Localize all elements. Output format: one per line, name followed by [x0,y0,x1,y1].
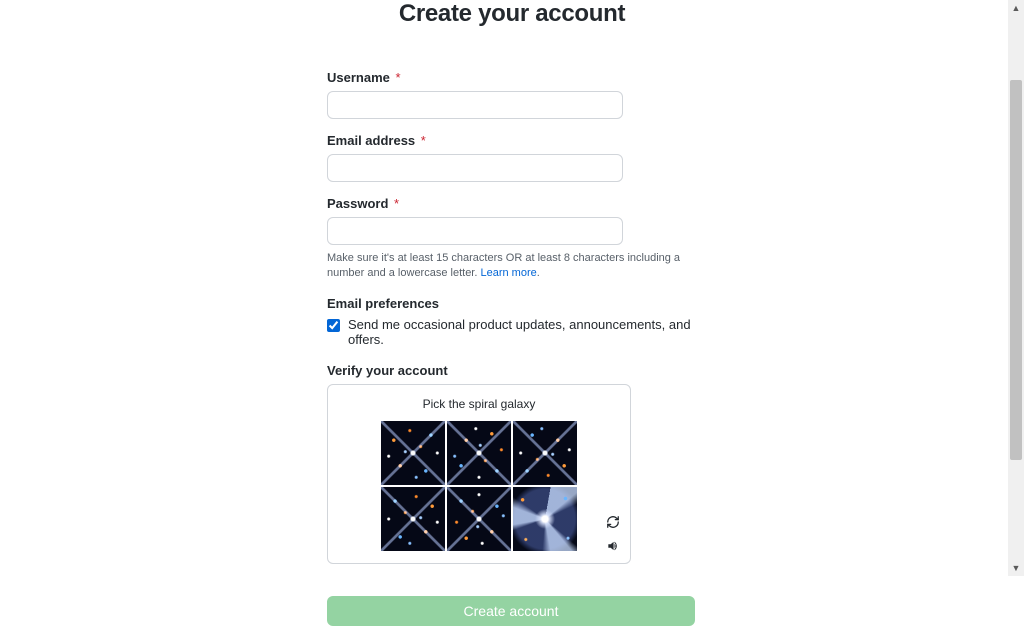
username-group: Username * [327,70,697,119]
username-input[interactable] [327,91,623,119]
captcha-instruction: Pick the spiral galaxy [338,397,620,411]
email-preferences-row[interactable]: Send me occasional product updates, anno… [327,317,697,347]
captcha-tile-5[interactable] [447,487,511,551]
captcha-tile-6[interactable] [513,487,577,551]
password-input[interactable] [327,217,623,245]
required-marker: * [396,70,401,85]
email-preferences-checkbox[interactable] [327,319,340,332]
refresh-icon[interactable] [604,513,622,531]
required-marker: * [421,133,426,148]
required-marker: * [394,196,399,211]
scrollbar-thumb[interactable] [1010,80,1022,460]
email-label: Email address * [327,133,697,148]
email-preferences-group: Email preferences Send me occasional pro… [327,296,697,347]
captcha-tile-4[interactable] [381,487,445,551]
password-group: Password * Make sure it's at least 15 ch… [327,196,697,282]
scroll-up-arrow-icon[interactable]: ▲ [1008,0,1024,16]
scroll-down-arrow-icon[interactable]: ▼ [1008,560,1024,576]
password-hint-link[interactable]: Learn more [480,267,536,279]
password-hint: Make sure it's at least 15 characters OR… [327,251,697,282]
username-label: Username * [327,70,697,85]
captcha-grid [338,421,620,551]
email-preferences-text: Send me occasional product updates, anno… [348,317,697,347]
email-input[interactable] [327,154,623,182]
captcha-tile-3[interactable] [513,421,577,485]
email-label-text: Email address [327,133,415,148]
vertical-scrollbar[interactable]: ▲ ▼ [1008,0,1024,576]
email-group: Email address * [327,133,697,182]
captcha-tile-2[interactable] [447,421,511,485]
verify-label: Verify your account [327,363,697,378]
captcha-tile-1[interactable] [381,421,445,485]
page-title: Create your account [327,0,697,28]
captcha-box: Pick the spiral galaxy [327,384,631,564]
password-label-text: Password [327,196,388,211]
create-account-button[interactable]: Create account [327,596,695,626]
audio-icon[interactable] [604,537,622,555]
password-label: Password * [327,196,697,211]
email-preferences-label: Email preferences [327,296,697,311]
username-label-text: Username [327,70,390,85]
